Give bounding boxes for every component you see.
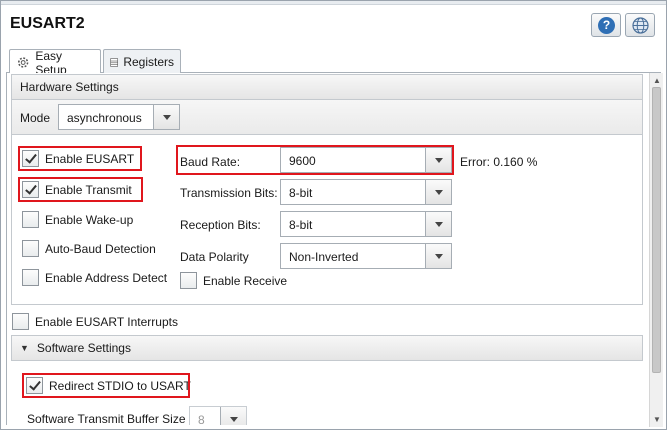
tab-easy-setup[interactable]: Easy Setup [9,49,101,77]
scrollbar-thumb[interactable] [652,87,661,373]
chevron-down-icon[interactable] [220,407,246,425]
reception-bits-value: 8-bit [289,218,313,232]
data-polarity-select[interactable]: Non-Inverted [280,243,452,269]
software-settings-title: Software Settings [36,341,131,355]
globe-icon [632,17,649,34]
checkbox-box[interactable] [22,269,39,286]
web-docs-button[interactable] [625,13,655,37]
eusart2-panel: EUSART2 ? Easy Setup Registers Hardware … [0,0,667,430]
transmission-bits-label: Transmission Bits: [180,186,278,200]
tab-bar: Easy Setup Registers [6,45,661,77]
checkbox-box[interactable] [22,211,39,228]
software-settings-header[interactable]: ▼ Software Settings [11,335,643,361]
enable-address-detect-checkbox[interactable]: Enable Address Detect [22,269,167,286]
mode-row: Mode asynchronous [12,100,642,135]
transmission-bits-value: 8-bit [289,186,313,200]
checkbox-box[interactable] [180,272,197,289]
checkbox-box[interactable] [22,240,39,257]
reception-bits-select[interactable]: 8-bit [280,211,452,237]
scroll-down-icon[interactable]: ▼ [653,415,661,424]
chevron-down-icon[interactable] [425,180,451,204]
highlight-enable-transmit [18,177,143,202]
enable-receive-label: Enable Receive [203,273,288,288]
checkbox-box[interactable] [12,313,29,330]
scroll-up-icon[interactable]: ▲ [653,76,661,85]
enable-eusart-interrupts-checkbox[interactable]: Enable EUSART Interrupts [12,313,178,330]
easy-setup-content: Hardware Settings Mode asynchronous Enab… [6,73,649,425]
chevron-down-icon[interactable] [153,105,179,129]
mode-label: Mode [20,111,51,125]
reception-bits-label: Reception Bits: [180,218,261,232]
tab-registers-label: Registers [123,55,174,69]
highlight-baud-rate [176,145,454,175]
hardware-settings-panel: Mode asynchronous Enable EUSART Enable T… [11,100,643,305]
tx-buffer-select[interactable]: 8 [189,406,247,425]
top-strip [1,1,666,5]
table-icon [110,57,119,67]
mode-select[interactable]: asynchronous [58,104,180,130]
auto-baud-checkbox[interactable]: Auto-Baud Detection [22,240,156,257]
chevron-down-icon[interactable] [425,244,451,268]
baud-error-text: Error: 0.160 % [460,155,538,169]
help-icon: ? [598,17,615,34]
tx-buffer-value: 8 [198,413,205,425]
enable-eusart-interrupts-label: Enable EUSART Interrupts [35,314,178,329]
enable-wakeup-label: Enable Wake-up [45,212,134,227]
mode-value: asynchronous [67,111,142,125]
tx-buffer-label: Software Transmit Buffer Size [27,412,186,425]
gear-icon [18,57,29,68]
enable-wakeup-checkbox[interactable]: Enable Wake-up [22,211,133,228]
hardware-settings-title: Hardware Settings [20,80,119,94]
transmission-bits-select[interactable]: 8-bit [280,179,452,205]
panel-title: EUSART2 [10,15,85,32]
tab-registers[interactable]: Registers [103,49,181,74]
hardware-settings-header[interactable]: Hardware Settings [11,74,643,100]
enable-address-detect-label: Enable Address Detect [45,270,168,285]
help-button[interactable]: ? [591,13,621,37]
vertical-scrollbar[interactable]: ▲ ▼ [649,73,663,427]
chevron-down-icon[interactable] [425,212,451,236]
enable-receive-checkbox[interactable]: Enable Receive [180,272,287,289]
highlight-redirect-stdio [22,373,190,398]
collapse-triangle-icon[interactable]: ▼ [20,343,29,353]
auto-baud-label: Auto-Baud Detection [45,241,156,256]
data-polarity-label: Data Polarity [180,250,249,264]
highlight-enable-eusart [18,146,142,171]
data-polarity-value: Non-Inverted [289,250,359,264]
